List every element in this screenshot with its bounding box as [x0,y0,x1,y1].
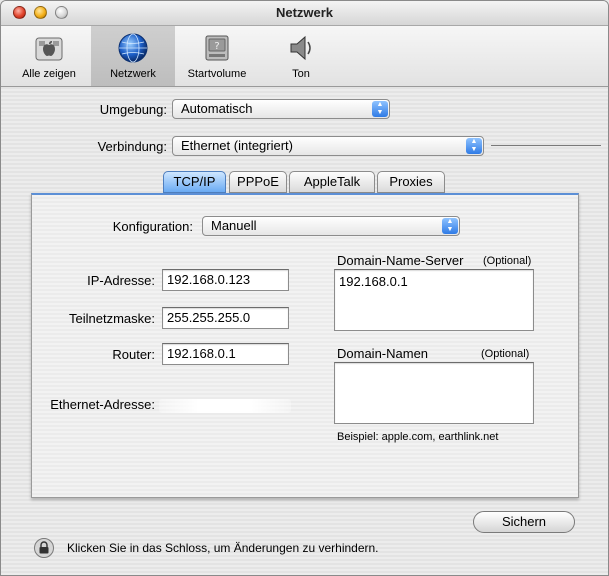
tab-pppoe[interactable]: PPPoE [229,171,287,193]
title-bar: Netzwerk [1,1,608,26]
toolbar-item-label: Alle zeigen [22,68,76,80]
lock-icon[interactable] [34,538,54,558]
disk-icon: ? [205,35,229,61]
lock-message: Klicken Sie in das Schloss, um Änderunge… [67,541,379,555]
search-domains-optional-label: (Optional) [481,348,530,360]
globe-icon [118,33,148,63]
popup-arrows-icon: ▲ ▼ [442,218,458,234]
subnet-mask-label: Teilnetzmaske: [69,311,155,326]
toolbar: Alle zeigen Netzwerk ? Startvolume Ton [1,26,608,87]
toolbar-item-startup-disk[interactable]: ? Startvolume [175,26,259,86]
ethernet-address-value [159,399,291,413]
search-domains-textarea[interactable] [334,362,534,424]
tab-tcpip[interactable]: TCP/IP [163,171,226,193]
toolbar-item-label: Startvolume [187,68,247,80]
dns-optional-label: (Optional) [483,255,532,267]
ip-address-label: IP-Adresse: [87,273,155,288]
connection-popup[interactable]: Ethernet (integriert) ▲ ▼ [172,136,484,156]
toolbar-item-sound[interactable]: Ton [259,26,343,86]
dns-server-textarea[interactable]: 192.168.0.1 [334,269,534,331]
config-label: Konfiguration: [112,219,193,234]
router-label: Router: [112,347,155,362]
dns-label: Domain-Name-Server [337,253,464,268]
location-value: Automatisch [181,101,253,116]
connection-value: Ethernet (integriert) [181,138,293,153]
window-title: Netzwerk [275,5,334,20]
router-field[interactable]: 192.168.0.1 [162,343,289,365]
tab-appletalk[interactable]: AppleTalk [289,171,375,193]
toolbar-item-label: Netzwerk [110,68,156,80]
toolbar-item-label: Ton [292,68,310,80]
toolbar-item-network[interactable]: Netzwerk [91,26,175,86]
apply-button[interactable]: Sichern [473,511,575,533]
popup-arrows-icon: ▲ ▼ [372,101,388,117]
tcpip-tab-panel [31,193,579,498]
speaker-icon [290,35,311,61]
connection-label: Verbindung: [97,139,167,154]
search-domains-label: Domain-Namen [337,346,429,361]
popup-arrows-icon: ▲ ▼ [466,138,482,154]
toolbar-item-show-all[interactable]: Alle zeigen [7,26,91,86]
subnet-mask-field[interactable]: 255.255.255.0 [162,307,289,329]
svg-text:?: ? [214,41,219,52]
location-label: Umgebung: [99,102,167,117]
tab-proxies[interactable]: Proxies [377,171,445,193]
domains-example-text: Beispiel: apple.com, earthlink.net [337,431,499,443]
ethernet-address-label: Ethernet-Adresse: [50,397,155,412]
divider-line [491,145,601,146]
config-value: Manuell [211,218,257,233]
config-popup[interactable]: Manuell ▲ ▼ [202,216,460,236]
network-preferences-window: Netzwerk Alle zeigen Netzwerk ? Startvol… [0,0,609,576]
ip-address-field[interactable]: 192.168.0.123 [162,269,289,291]
location-popup[interactable]: Automatisch ▲ ▼ [172,99,390,119]
apple-icon [35,37,63,61]
